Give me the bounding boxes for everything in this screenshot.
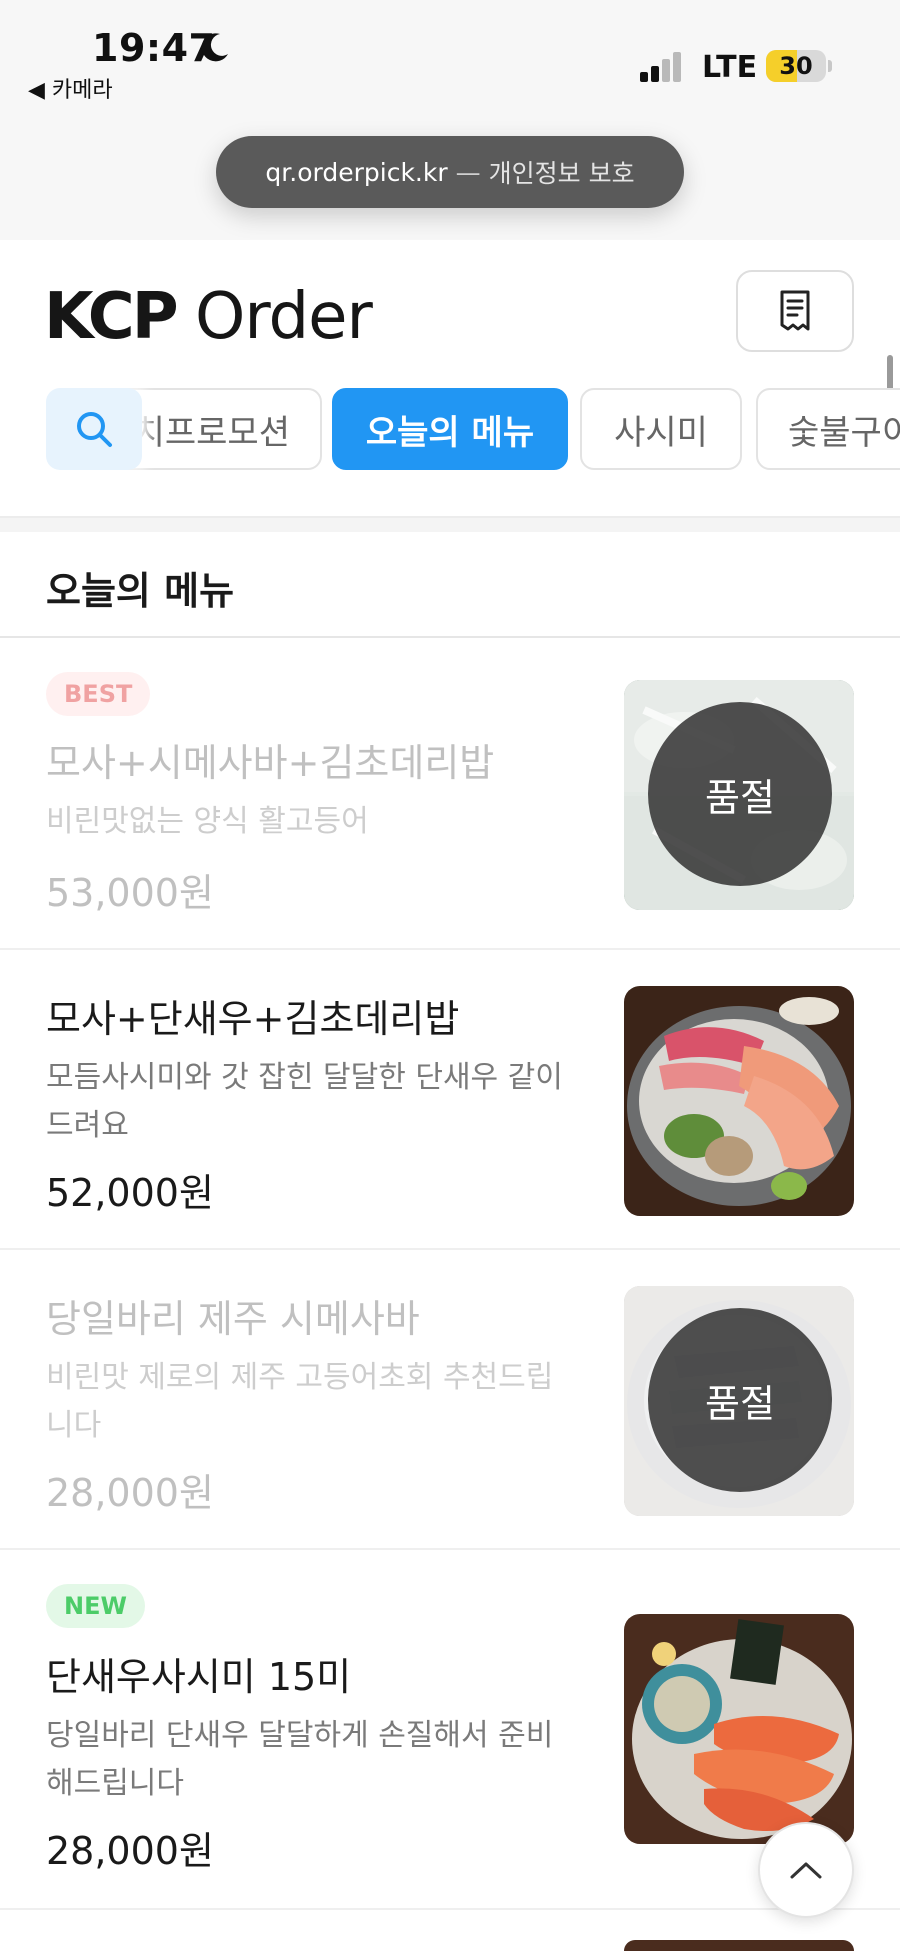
- url-separator: —: [455, 157, 481, 187]
- menu-item-description: 모듬사시미와 갓 잡힌 달달한 단새우 같이 드려요: [46, 1060, 563, 1143]
- chevron-up-icon: [790, 1862, 822, 1879]
- sold-out-label: 품절: [705, 775, 775, 820]
- new-badge: NEW: [46, 1584, 145, 1628]
- menu-item-photo: 품절: [624, 1286, 854, 1516]
- menu-item-name: 당일바리 제주 시메사바: [46, 1297, 420, 1341]
- logo-word: Order: [194, 280, 373, 354]
- category-tabs: 런치프로모션 오늘의 메뉴 사시미 숯불구이: [0, 386, 900, 472]
- receipt-icon: [780, 290, 810, 331]
- menu-item-price: 53,000원: [46, 871, 214, 915]
- menu-item-price: 28,000원: [46, 1829, 214, 1873]
- scroll-top-button[interactable]: [758, 1822, 854, 1918]
- battery-level: 30: [779, 52, 813, 80]
- order-history-button[interactable]: [736, 270, 854, 352]
- menu-item-photo: [624, 1940, 854, 1951]
- tab-label: 오늘의 메뉴: [365, 412, 535, 453]
- logo-brand: KCP: [44, 280, 179, 354]
- signal-icon: [640, 50, 684, 82]
- menu-item-description: 당일바리 단새우 달달하게 손질해서 준비해드립니다: [46, 1718, 554, 1801]
- sold-out-badge: 품절: [648, 1308, 832, 1492]
- tab-label: 숯불구이: [788, 412, 900, 453]
- menu-item-photo: [624, 1614, 854, 1844]
- browser-chrome: qr.orderpick.kr — 개인정보 보호: [0, 110, 900, 240]
- app-header: KCP Order 런치프로모션 오늘의 메뉴 사시미 숯불구이: [0, 240, 900, 520]
- privacy-label: 개인정보 보호: [488, 159, 635, 188]
- menu-item-name: 모사+단새우+김초데리밥: [46, 997, 460, 1041]
- tab-charcoal-grill[interactable]: 숯불구이: [756, 388, 900, 470]
- tab-today-menu[interactable]: 오늘의 메뉴: [332, 388, 568, 470]
- menu-item-name: 모사+시메사바+김초데리밥: [46, 741, 495, 785]
- menu-item-description: 비린맛없는 양식 활고등어: [46, 804, 369, 839]
- sold-out-badge: 품절: [648, 702, 832, 886]
- back-to-app-link[interactable]: ◀ 카메라: [28, 72, 113, 104]
- search-icon: [77, 412, 112, 447]
- section-divider: [0, 516, 900, 532]
- section-title: 오늘의 메뉴: [46, 569, 235, 613]
- menu-item-name: 단새우사시미 15미: [46, 1655, 352, 1699]
- battery-icon: 30: [766, 50, 826, 82]
- menu-item[interactable]: 당일바리 제주 시메사바 비린맛 제로의 제주 고등어초회 추천드립니다 28,…: [0, 1250, 900, 1550]
- menu-item[interactable]: 모사+단새우+김초데리밥 모듬사시미와 갓 잡힌 달달한 단새우 같이 드려요 …: [0, 950, 900, 1250]
- best-badge: BEST: [46, 672, 151, 716]
- menu-item-description: 비린맛 제로의 제주 고등어초회 추천드립니다: [46, 1360, 554, 1443]
- kcp-order-logo: KCP Order: [44, 280, 373, 354]
- menu-item[interactable]: BEST 모사+시메사바+김초데리밥 비린맛없는 양식 활고등어 53,000원…: [0, 638, 900, 950]
- search-button[interactable]: [46, 388, 142, 470]
- moon-icon: [201, 33, 228, 62]
- url-text: qr.orderpick.kr: [265, 157, 448, 187]
- network-type: LTE: [702, 50, 758, 85]
- menu-item-price: 52,000원: [46, 1171, 214, 1215]
- url-bar[interactable]: qr.orderpick.kr — 개인정보 보호: [216, 136, 684, 208]
- menu-item-photo: 품절: [624, 680, 854, 910]
- status-time: 19:47: [92, 26, 216, 70]
- sold-out-label: 품절: [705, 1381, 775, 1426]
- tab-label: 사시미: [614, 412, 708, 453]
- tab-sashimi[interactable]: 사시미: [580, 388, 742, 470]
- status-bar: 19:47 ◀ 카메라 LTE 30: [0, 0, 900, 110]
- menu-item-photo: [624, 986, 854, 1216]
- menu-item-price: 28,000원: [46, 1471, 214, 1515]
